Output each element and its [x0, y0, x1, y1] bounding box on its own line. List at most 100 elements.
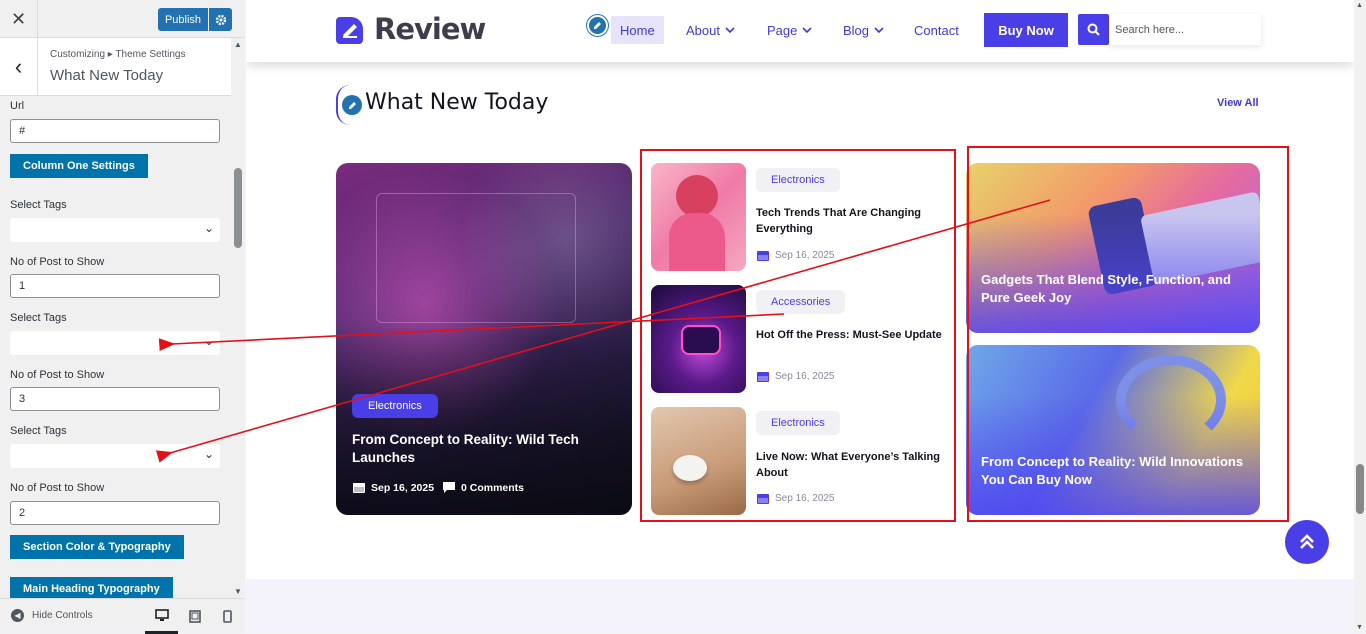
- chevron-down-icon: [725, 27, 735, 34]
- post-thumbnail[interactable]: [651, 285, 746, 393]
- post-date: Sep 16, 2025: [775, 493, 835, 504]
- site-logo-text[interactable]: Review: [374, 12, 486, 46]
- preview-scrollbar[interactable]: ▲ ▼: [1354, 0, 1366, 633]
- comment-count[interactable]: 0 Comments: [461, 482, 524, 494]
- category-badge[interactable]: Electronics: [756, 168, 840, 192]
- posts-count-label: No of Post to Show: [10, 256, 105, 268]
- mobile-icon: [223, 610, 232, 623]
- select-tags-2[interactable]: ⌄: [10, 331, 220, 355]
- preview-mobile-button[interactable]: [211, 599, 244, 634]
- back-to-top-button[interactable]: [1285, 520, 1329, 564]
- posts-count-input-2[interactable]: 3: [10, 387, 220, 411]
- post-title[interactable]: Hot Off the Press: Must-See Update: [756, 327, 946, 343]
- back-arrow-icon: ‹: [14, 54, 23, 79]
- select-tags-label: Select Tags: [10, 425, 67, 437]
- url-input[interactable]: #: [10, 119, 220, 143]
- post-date: Sep 16, 2025: [775, 371, 835, 382]
- select-tags-label: Select Tags: [10, 312, 67, 324]
- gear-icon: [215, 14, 226, 25]
- pencil-icon[interactable]: [342, 95, 362, 115]
- close-customizer-button[interactable]: ✕: [0, 0, 38, 38]
- calendar-icon: [757, 372, 769, 382]
- controls-panel: Url # Column One Settings Select Tags ⌄ …: [0, 96, 231, 598]
- search-button[interactable]: [1078, 14, 1109, 45]
- post-date: Sep 16, 2025: [775, 250, 835, 261]
- main-heading-typography-button[interactable]: Main Heading Typography: [10, 577, 173, 598]
- chevron-down-icon: [802, 27, 812, 34]
- select-tags-1[interactable]: ⌄: [10, 218, 220, 242]
- breadcrumb: Customizing ▸ Theme Settings: [50, 49, 186, 60]
- logo-icon[interactable]: [336, 17, 363, 44]
- category-badge[interactable]: Electronics: [756, 411, 840, 435]
- section-color-typography-button[interactable]: Section Color & Typography: [10, 535, 184, 559]
- nav-about[interactable]: About: [677, 16, 745, 44]
- calendar-icon: [353, 483, 365, 493]
- scroll-up-icon[interactable]: ▲: [1356, 2, 1363, 9]
- publish-button[interactable]: Publish: [158, 8, 208, 31]
- url-label: Url: [10, 100, 25, 112]
- calendar-icon: [757, 251, 769, 261]
- posts-count-label: No of Post to Show: [10, 369, 105, 381]
- post-date: Sep 16, 2025: [371, 482, 435, 494]
- select-tags-label: Select Tags: [10, 199, 67, 211]
- featured-image: [376, 193, 576, 323]
- chevron-down-icon: ⌄: [203, 334, 214, 348]
- nav-blog[interactable]: Blog: [834, 16, 894, 44]
- post-card[interactable]: From Concept to Reality: Wild Innovation…: [966, 345, 1260, 515]
- hide-controls-button[interactable]: Hide Controls: [32, 610, 93, 621]
- section-header: ‹ Customizing ▸ Theme Settings What New …: [0, 38, 231, 96]
- select-tags-3[interactable]: ⌄: [10, 444, 220, 468]
- scroll-down-icon[interactable]: ▼: [234, 587, 242, 596]
- preview-desktop-button[interactable]: [145, 599, 178, 634]
- post-title[interactable]: Tech Trends That Are Changing Everything: [756, 205, 946, 237]
- calendar-icon: [757, 494, 769, 504]
- search-icon: [1087, 23, 1100, 36]
- thumbnail-figure: [676, 175, 718, 217]
- thumbnail-figure: [669, 213, 725, 271]
- sidebar-scrollbar[interactable]: ▲ ▼: [231, 38, 245, 598]
- preview-tablet-button[interactable]: [178, 599, 211, 634]
- category-badge[interactable]: Accessories: [756, 290, 846, 314]
- customizer-sidebar: ✕ Publish ‹ Customizing ▸ Theme Settings…: [0, 0, 245, 634]
- buy-now-button[interactable]: Buy Now: [984, 13, 1068, 47]
- section-title: What New Today: [50, 67, 164, 84]
- thumbnail-figure: [681, 325, 721, 355]
- post-thumbnail[interactable]: [651, 163, 746, 271]
- comment-icon: [443, 482, 455, 493]
- site-preview: Review Home About Page Blog Contact Buy …: [246, 0, 1354, 633]
- desktop-icon: [154, 608, 169, 621]
- site-header: Review Home About Page Blog Contact Buy …: [246, 0, 1354, 62]
- edit-shortcut-pencil-icon[interactable]: [587, 15, 608, 36]
- scroll-down-icon[interactable]: ▼: [1356, 624, 1363, 631]
- customizer-footer: ◀ Hide Controls: [0, 598, 245, 634]
- preview-scroll-thumb[interactable]: [1356, 464, 1364, 514]
- posts-count-input-3[interactable]: 2: [10, 501, 220, 525]
- double-chevron-up-icon: [1300, 534, 1314, 549]
- post-card-title[interactable]: Gadgets That Blend Style, Function, and …: [981, 271, 1251, 307]
- close-icon: ✕: [10, 8, 27, 29]
- search-input[interactable]: [1109, 14, 1261, 45]
- section-title-icon: [336, 85, 364, 125]
- column-one-settings-button[interactable]: Column One Settings: [10, 154, 148, 178]
- nav-home[interactable]: Home: [611, 16, 664, 44]
- section-heading: What New Today: [365, 90, 549, 115]
- chevron-down-icon: ⌄: [203, 221, 214, 235]
- nav-contact[interactable]: Contact: [905, 16, 968, 44]
- sidebar-scroll-thumb[interactable]: [234, 168, 242, 248]
- posts-count-input-1[interactable]: 1: [10, 274, 220, 298]
- view-all-link[interactable]: View All: [1217, 97, 1259, 109]
- featured-post-card[interactable]: Electronics From Concept to Reality: Wil…: [336, 163, 632, 515]
- chevron-down-icon: [874, 27, 884, 34]
- footer-band: [246, 579, 1354, 633]
- post-card[interactable]: Gadgets That Blend Style, Function, and …: [966, 163, 1260, 333]
- featured-post-title[interactable]: From Concept to Reality: Wild Tech Launc…: [352, 431, 612, 467]
- nav-page[interactable]: Page: [758, 16, 822, 44]
- category-badge[interactable]: Electronics: [352, 394, 438, 418]
- hide-controls-icon[interactable]: ◀: [11, 609, 24, 622]
- publish-settings-button[interactable]: [209, 8, 232, 31]
- scroll-up-icon[interactable]: ▲: [234, 40, 242, 49]
- post-card-title[interactable]: From Concept to Reality: Wild Innovation…: [981, 453, 1251, 489]
- post-title[interactable]: Live Now: What Everyone’s Talking About: [756, 449, 946, 481]
- back-button[interactable]: ‹: [0, 38, 38, 96]
- post-thumbnail[interactable]: [651, 407, 746, 515]
